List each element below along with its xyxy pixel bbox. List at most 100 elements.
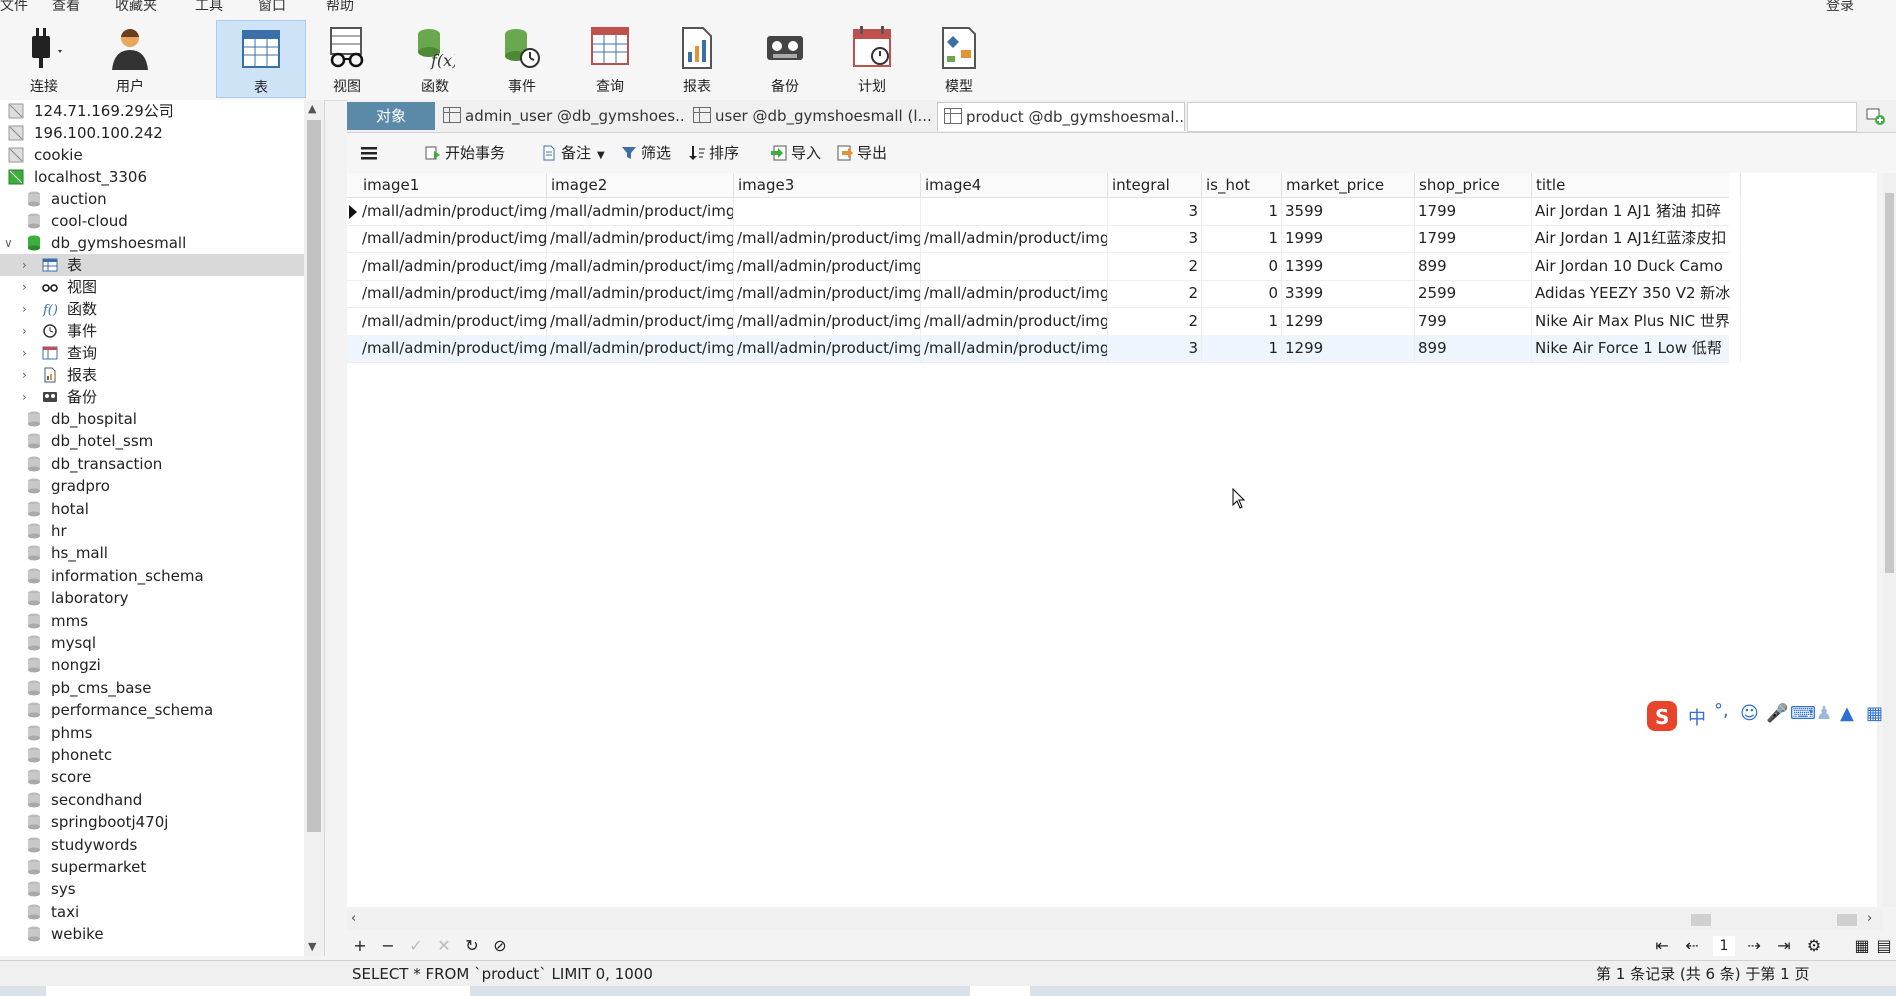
table-cell[interactable]: 1299 (1282, 335, 1415, 362)
keyboard-icon[interactable]: ⌨ (1790, 703, 1816, 724)
table-cell[interactable]: 1 (1202, 225, 1282, 253)
database-item[interactable]: score (0, 766, 322, 788)
database-item[interactable]: studywords (0, 834, 322, 856)
menu-tools[interactable]: 工具 (195, 0, 223, 14)
database-item[interactable]: hotal (0, 498, 322, 520)
table-cell[interactable]: 1 (1202, 335, 1282, 362)
database-item[interactable]: cool-cloud (0, 210, 322, 232)
table-cell[interactable]: 3 (1108, 198, 1202, 225)
table-cell[interactable]: /mall/admin/product/img (734, 335, 921, 362)
menu-help[interactable]: 帮助 (326, 0, 354, 14)
table-cell[interactable]: 3399 (1282, 280, 1415, 308)
form-view-icon[interactable]: ▤ (1873, 935, 1895, 957)
table-cell[interactable]: 899 (1415, 335, 1532, 362)
table-cell[interactable]: 2 (1108, 307, 1202, 335)
punctuation-icon[interactable]: °, (1714, 700, 1729, 721)
table-cell[interactable]: /mall/admin/product/img (547, 225, 734, 253)
view-button[interactable]: 视图 (303, 20, 391, 96)
tree-item-queries[interactable]: › 查询 (0, 342, 322, 364)
scroll-thumb[interactable] (1691, 914, 1711, 926)
chevron-right-icon[interactable]: › (22, 320, 27, 342)
table-cell[interactable]: 2 (1108, 252, 1202, 280)
table-cell[interactable]: Nike Air Max Plus NIC 世界 (1532, 307, 1741, 335)
chevron-right-icon[interactable]: › (22, 298, 27, 320)
tab-admin-user[interactable]: admin_user @db_gymshoes... (437, 102, 683, 130)
table-cell[interactable]: /mall/admin/product/img (547, 198, 734, 225)
table-cell[interactable]: /mall/admin/product/img (921, 280, 1108, 308)
hamburger-menu-button[interactable] (361, 141, 381, 165)
connection-item[interactable]: 196.100.100.242 (0, 122, 322, 144)
connection-item[interactable]: cookie (0, 144, 322, 166)
table-cell[interactable]: /mall/admin/product/img (921, 335, 1108, 362)
table-row[interactable]: /mall/admin/product/img/mall/admin/produ… (347, 280, 1741, 309)
database-item[interactable]: webike (0, 923, 322, 945)
begin-transaction-button[interactable]: 开始事务 (425, 141, 505, 165)
connection-item[interactable]: 124.71.169.29公司 (0, 100, 322, 122)
report-button[interactable]: 报表 (653, 20, 741, 96)
grid-vertical-scrollbar[interactable] (1883, 173, 1896, 907)
filter-button[interactable]: 筛选 (621, 141, 671, 165)
table-cell[interactable]: /mall/admin/product/img (547, 335, 734, 362)
menu-favorites[interactable]: 收藏夹 (115, 0, 157, 14)
table-cell[interactable]: Adidas YEEZY 350 V2 新冰 (1532, 280, 1741, 308)
first-page-button[interactable]: ⇤ (1651, 935, 1673, 957)
scroll-down-icon[interactable]: ▼ (308, 940, 316, 953)
chevron-right-icon[interactable]: › (22, 254, 27, 276)
database-item[interactable]: supermarket (0, 856, 322, 878)
database-item[interactable]: pb_cms_base (0, 677, 322, 699)
table-cell[interactable]: 1799 (1415, 225, 1532, 253)
stop-button[interactable]: ⊘ (489, 935, 511, 957)
database-item[interactable]: sys (0, 878, 322, 900)
column-header-market-price[interactable]: market_price (1282, 173, 1415, 197)
table-cell[interactable]: /mall/admin/product/img (359, 335, 547, 362)
database-item[interactable]: laboratory (0, 587, 322, 609)
microphone-icon[interactable]: 🎤 (1766, 703, 1788, 724)
prev-page-button[interactable]: ⇠ (1681, 935, 1703, 957)
column-header-image1[interactable]: image1 (359, 173, 547, 197)
gear-icon[interactable]: ⚙ (1803, 935, 1825, 957)
column-header-is-hot[interactable]: is_hot (1202, 173, 1282, 197)
table-cell[interactable]: 1799 (1415, 198, 1532, 225)
menu-view[interactable]: 查看 (52, 0, 80, 14)
database-item[interactable]: nongzi (0, 654, 322, 676)
event-button[interactable]: 事件 (478, 20, 566, 96)
table-cell[interactable]: /mall/admin/product/img (359, 307, 547, 335)
tree-item-backups[interactable]: › 备份 (0, 386, 322, 408)
table-cell[interactable]: /mall/admin/product/img (734, 280, 921, 308)
table-cell[interactable]: /mall/admin/product/img (359, 252, 547, 280)
query-button[interactable]: 查询 (566, 20, 654, 96)
apply-changes-button[interactable]: ✓ (405, 935, 427, 957)
table-cell[interactable]: 0 (1202, 280, 1282, 308)
schedule-button[interactable]: 计划 (828, 20, 916, 96)
column-header-title[interactable]: title (1532, 173, 1741, 197)
database-item-open[interactable]: ∨ db_gymshoesmall (0, 232, 322, 254)
page-number-field[interactable]: 1 (1713, 936, 1735, 956)
user-icon[interactable]: ♟ (1816, 703, 1832, 724)
tree-item-functions[interactable]: › f() 函数 (0, 298, 322, 320)
database-item[interactable]: performance_schema (0, 699, 322, 721)
table-cell[interactable]: /mall/admin/product/img (921, 225, 1108, 253)
database-item[interactable]: taxi (0, 901, 322, 923)
tab-product[interactable]: product @db_gymshoesmal... (937, 102, 1185, 131)
connection-item-active[interactable]: localhost_3306 (0, 166, 322, 188)
menu-file[interactable]: 文件 (0, 0, 28, 14)
table-cell[interactable]: Air Jordan 1 AJ1红蓝漆皮扣 (1532, 225, 1741, 253)
user-button[interactable]: 用户 (86, 20, 174, 96)
login-link[interactable]: 登录 (1826, 0, 1854, 14)
database-item[interactable]: db_hotel_ssm (0, 430, 322, 452)
column-header-image3[interactable]: image3 (734, 173, 921, 197)
table-cell[interactable]: /mall/admin/product/img (547, 252, 734, 280)
table-cell[interactable]: /mall/admin/product/img (734, 252, 921, 280)
table-cell[interactable]: Air Jordan 1 AJ1 猪油 扣碎 (1532, 198, 1741, 225)
add-tab-icon[interactable] (1866, 106, 1886, 126)
table-cell[interactable]: 2599 (1415, 280, 1532, 308)
tab-objects[interactable]: 对象 (347, 102, 435, 130)
backup-button[interactable]: 备份 (741, 20, 829, 96)
database-item[interactable]: db_transaction (0, 453, 322, 475)
table-cell[interactable]: 799 (1415, 307, 1532, 335)
dropdown-arrow-icon[interactable]: ▼ (597, 150, 605, 161)
table-cell[interactable] (734, 198, 921, 225)
database-item[interactable]: hr (0, 520, 322, 542)
table-row[interactable]: /mall/admin/product/img/mall/admin/produ… (347, 225, 1741, 254)
scroll-left-icon[interactable]: ‹ (351, 911, 356, 926)
